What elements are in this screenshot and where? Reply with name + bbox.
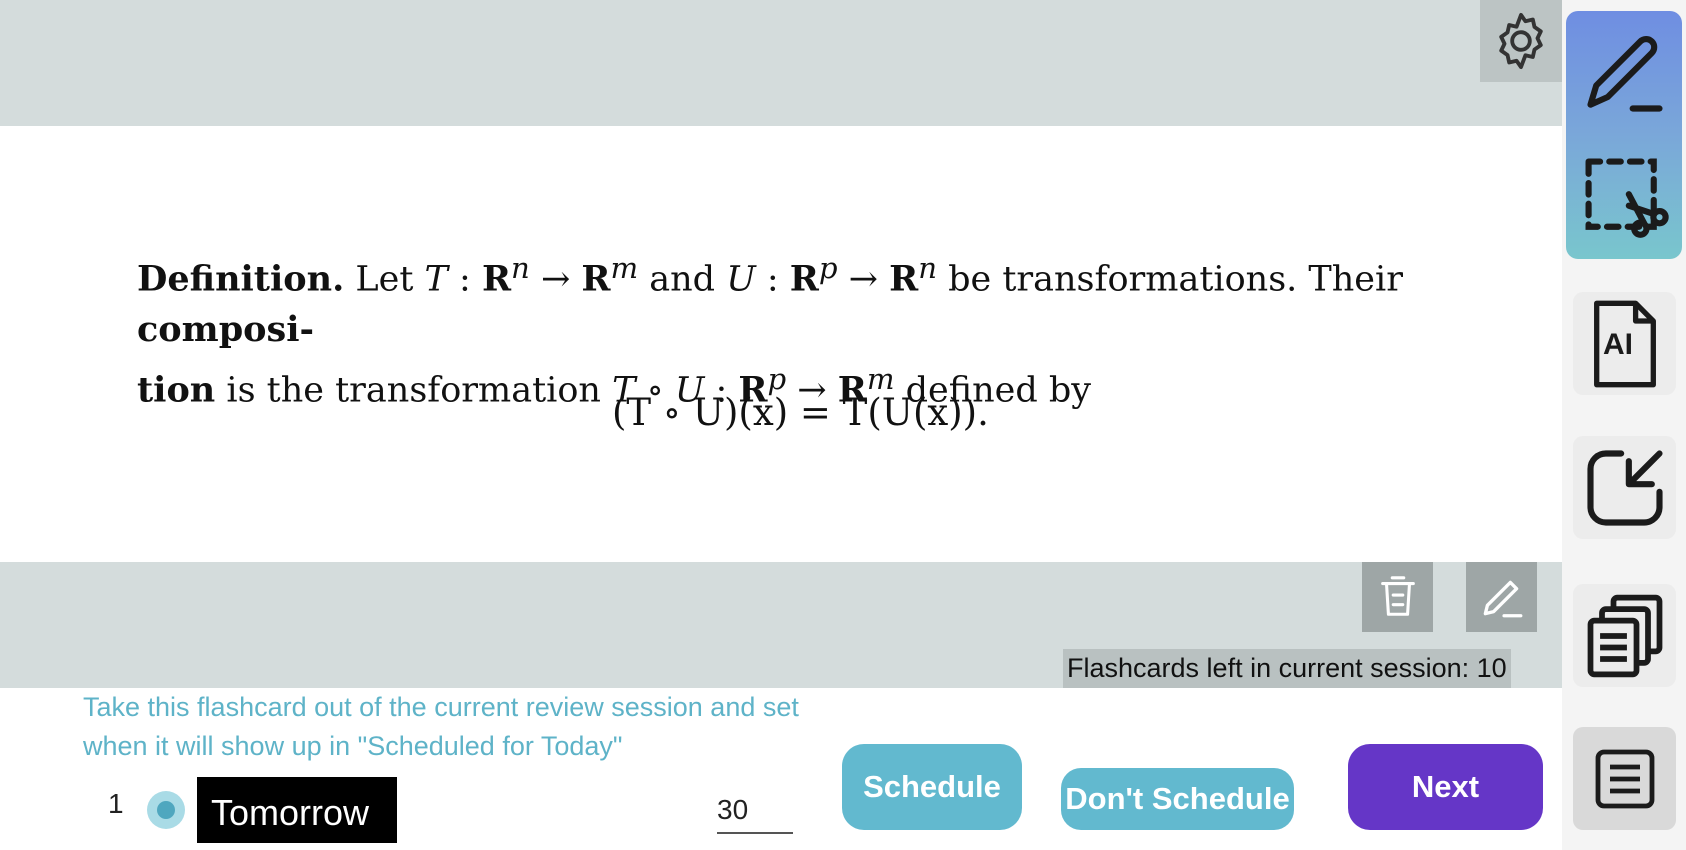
pencil-icon (1483, 580, 1522, 618)
schedule-hint: Take this flashcard out of the current r… (83, 692, 799, 761)
crop-tool-button[interactable] (1573, 146, 1676, 249)
text-span: is the transformation (215, 370, 613, 411)
flashcard-review-screen: Definition. Let T : Rn → Rm and U : Rp →… (0, 0, 1686, 850)
math-exp: n (918, 251, 937, 285)
definition-label: Definition. (137, 258, 345, 300)
math-var: T (424, 259, 448, 300)
math-exp: m (610, 251, 639, 285)
schedule-button[interactable]: Schedule (842, 744, 1022, 830)
stacked-documents-icon (1587, 594, 1662, 677)
ai-label: AI (1603, 328, 1633, 361)
interval-option-tomorrow[interactable]: Tomorrow (197, 777, 397, 843)
document-list-icon (1595, 749, 1654, 808)
math-set: R (789, 258, 819, 300)
gear-icon (1499, 12, 1543, 70)
card-list-button[interactable] (1573, 727, 1676, 830)
interval-count: 1 (108, 788, 124, 819)
text-span: : (755, 259, 790, 300)
ai-button[interactable]: AI (1573, 292, 1676, 395)
math-set: R (481, 258, 512, 300)
text-span: → (529, 259, 582, 300)
text-span: → (837, 259, 890, 300)
text-span: Let (344, 259, 425, 300)
days-input[interactable] (717, 788, 793, 834)
term-bold: tion (137, 369, 216, 411)
interval-radio[interactable] (147, 791, 185, 829)
math-var: U (726, 259, 756, 300)
text-span: and (638, 259, 727, 300)
import-button[interactable] (1573, 436, 1676, 539)
math-exp: p (818, 251, 838, 285)
text-span: : (447, 259, 482, 300)
dont-schedule-button[interactable]: Don't Schedule (1061, 768, 1294, 830)
definition-text: Definition. Let T : Rn → Rm and U : Rp →… (137, 244, 1467, 415)
top-band (0, 0, 1562, 126)
radio-dot (157, 801, 175, 819)
math-exp: n (511, 251, 530, 285)
pen-icon (1586, 35, 1663, 112)
math-set: R (581, 258, 611, 300)
flashcard: Definition. Let T : Rn → Rm and U : Rp →… (0, 126, 1562, 562)
delete-button[interactable] (1362, 562, 1433, 632)
edit-card-button[interactable] (1466, 562, 1537, 632)
trash-icon (1380, 576, 1415, 616)
math-set: R (889, 258, 919, 300)
term-bold: composi- (137, 308, 315, 350)
next-button[interactable]: Next (1348, 744, 1543, 830)
text-span: be transformations. Their (936, 259, 1403, 300)
session-counter: Flashcards left in current session: 10 (1063, 649, 1511, 688)
import-arrow-icon (1586, 449, 1663, 526)
settings-button[interactable] (1480, 0, 1562, 82)
composition-formula: (T ∘ U)(x) = T(U(x)). (612, 391, 989, 434)
deck-button[interactable] (1573, 584, 1676, 687)
draw-tool-button[interactable] (1573, 22, 1676, 125)
crop-scissors-icon (1585, 158, 1669, 238)
